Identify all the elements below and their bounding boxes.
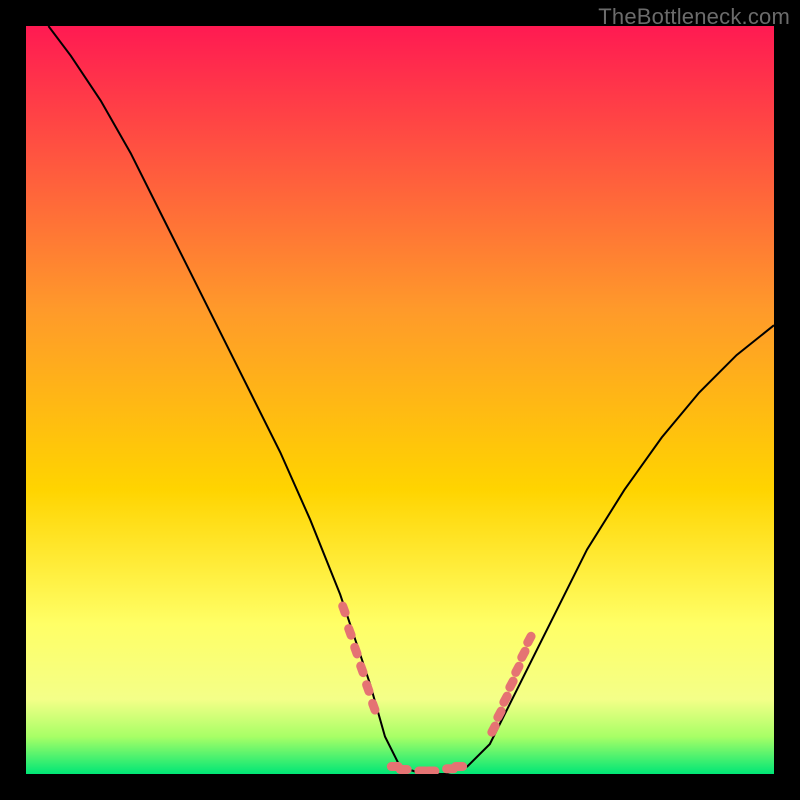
gradient-background (26, 26, 774, 774)
curve-marker (396, 765, 412, 774)
plot-area (26, 26, 774, 774)
curve-marker (423, 767, 439, 775)
watermark-text: TheBottleneck.com (598, 4, 790, 30)
chart-frame: TheBottleneck.com (0, 0, 800, 800)
curve-marker (451, 762, 467, 771)
chart-svg (26, 26, 774, 774)
